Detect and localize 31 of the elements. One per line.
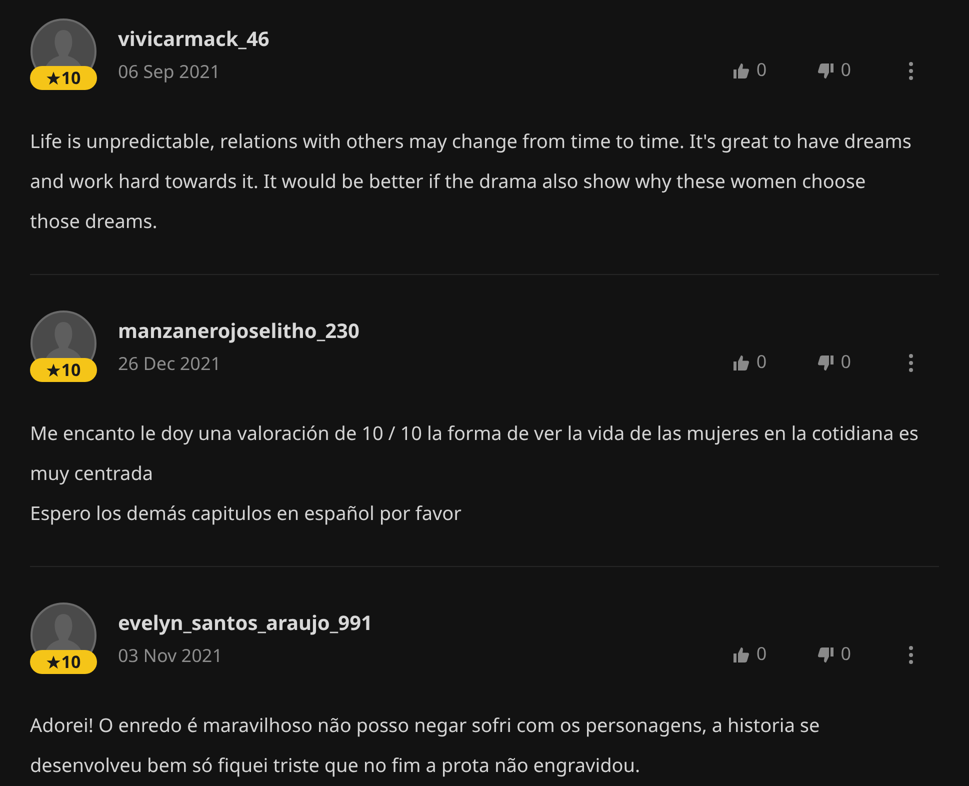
thumbs-down-icon [816,62,835,80]
more-options-icon[interactable] [909,644,913,666]
thumbs-down-icon [816,646,835,664]
review-text: Adorei! O enredo é maravilhoso não posso negar sofri com os personagens, a historia se desenvolveu bem só fiquei triste que no fim a prota não engravidou. [30,711,821,780]
review-date: 26 Dec 2021 [118,352,222,376]
more-options-icon[interactable] [909,60,913,82]
thumbs-up-icon [732,62,750,80]
review-date: 03 Nov 2021 [118,644,224,668]
rating-badge: 10 [30,358,97,382]
dislike-button[interactable]: 0 [816,57,851,84]
rating-badge: 10 [30,66,97,90]
more-options-icon[interactable] [909,352,913,374]
thumbs-up-icon [732,646,750,664]
star-icon [46,70,62,86]
dislike-button[interactable]: 0 [816,641,851,668]
review-date: 06 Sep 2021 [118,60,222,84]
username[interactable]: evelyn_santos_araujo_991 [118,610,732,636]
username[interactable]: manzanerojoselitho_230 [118,318,732,344]
star-icon [46,654,62,670]
thumbs-down-icon [816,354,835,372]
like-button[interactable]: 0 [732,57,767,84]
like-button[interactable]: 0 [732,641,767,668]
like-button[interactable]: 0 [732,349,767,376]
thumbs-up-icon [732,354,750,372]
review-text: Espero los demás capitulos en español por favor [30,499,462,528]
review-text: Life is unpredictable, relations with others may change from time to time. It's great to have dreams and work hard towards it. It would be better if the drama also show why these women choose those dreams. [30,127,913,236]
review-text: Me encanto le doy una valoración de 10 / 10 la forma de ver la vida de las mujeres en la cotidiana es muy centrada [30,419,920,488]
star-icon [46,362,62,378]
username[interactable]: vivicarmack_46 [118,26,732,52]
dislike-button[interactable]: 0 [816,349,851,376]
rating-badge: 10 [30,650,97,674]
